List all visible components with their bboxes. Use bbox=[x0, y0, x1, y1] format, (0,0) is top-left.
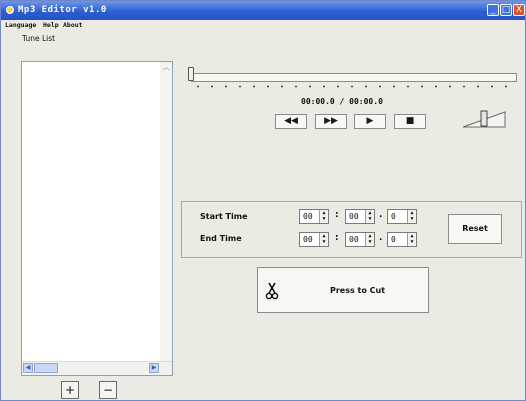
menu-about[interactable]: About bbox=[63, 21, 83, 29]
rewind-button[interactable]: ◀◀ bbox=[275, 114, 307, 129]
end-seconds-spinner[interactable]: ▲ ▼ bbox=[365, 233, 374, 246]
start-colon: : bbox=[335, 210, 339, 220]
window-title: Mp3 Editor v1.0 bbox=[18, 5, 107, 15]
start-time-label: Start Time bbox=[200, 212, 248, 221]
vertical-scrollbar[interactable]: ︿ bbox=[160, 62, 172, 362]
cut-button-label: Press to Cut bbox=[330, 286, 386, 295]
seek-ticks bbox=[191, 85, 517, 88]
left-arrow-icon[interactable]: ◀ bbox=[23, 363, 33, 373]
seek-bar[interactable] bbox=[191, 73, 517, 82]
maximize-button[interactable]: □ bbox=[500, 4, 512, 16]
menu-help[interactable]: Help bbox=[43, 21, 59, 29]
close-button[interactable]: X bbox=[513, 4, 525, 16]
time-display: 00:00.0 / 00:00.0 bbox=[301, 97, 383, 106]
seek-thumb[interactable] bbox=[188, 67, 194, 81]
start-minutes-field[interactable]: 00 ▲ ▼ bbox=[299, 209, 329, 224]
scroll-thumb[interactable] bbox=[34, 363, 58, 373]
app-window: Mp3 Editor v1.0 _ □ X Language Help Abou… bbox=[0, 0, 526, 401]
start-tenths-field[interactable]: 0 ▲ ▼ bbox=[387, 209, 417, 224]
cut-button[interactable]: Press to Cut bbox=[257, 267, 429, 313]
start-tenths-spinner[interactable]: ▲ ▼ bbox=[407, 210, 416, 223]
reset-button[interactable]: Reset bbox=[448, 214, 502, 244]
scissors-icon bbox=[265, 282, 279, 300]
end-tenths-spinner[interactable]: ▲ ▼ bbox=[407, 233, 416, 246]
end-time-label: End Time bbox=[200, 234, 242, 243]
remove-tune-button[interactable]: − bbox=[99, 381, 117, 399]
menu-language[interactable]: Language bbox=[5, 21, 36, 29]
play-button[interactable]: ▶ bbox=[354, 114, 386, 129]
app-icon bbox=[6, 6, 14, 14]
tune-list[interactable]: ︿ ◀ ▶ bbox=[21, 61, 173, 376]
end-minutes-field[interactable]: 00 ▲ ▼ bbox=[299, 232, 329, 247]
stop-button[interactable]: ■ bbox=[394, 114, 426, 129]
minimize-button[interactable]: _ bbox=[487, 4, 499, 16]
end-seconds-field[interactable]: 00 ▲ ▼ bbox=[345, 232, 375, 247]
tune-list-label: Tune List bbox=[22, 34, 56, 43]
end-tenths-field[interactable]: 0 ▲ ▼ bbox=[387, 232, 417, 247]
start-seconds-field[interactable]: 00 ▲ ▼ bbox=[345, 209, 375, 224]
up-arrow-icon[interactable]: ︿ bbox=[160, 62, 172, 73]
start-seconds-spinner[interactable]: ▲ ▼ bbox=[365, 210, 374, 223]
right-arrow-icon[interactable]: ▶ bbox=[149, 363, 159, 373]
volume-icon[interactable] bbox=[461, 109, 507, 129]
title-bar[interactable]: Mp3 Editor v1.0 _ □ X bbox=[1, 1, 525, 20]
end-colon: : bbox=[335, 233, 339, 243]
menu-bar: Language Help About bbox=[1, 20, 525, 32]
start-dot: . bbox=[379, 210, 383, 220]
fast-forward-button[interactable]: ▶▶ bbox=[315, 114, 347, 129]
volume-thumb[interactable] bbox=[480, 110, 488, 127]
end-minutes-spinner[interactable]: ▲ ▼ bbox=[319, 233, 328, 246]
horizontal-scrollbar[interactable]: ◀ ▶ bbox=[22, 361, 172, 375]
add-tune-button[interactable]: + bbox=[61, 381, 79, 399]
end-dot: . bbox=[379, 233, 383, 243]
start-minutes-spinner[interactable]: ▲ ▼ bbox=[319, 210, 328, 223]
